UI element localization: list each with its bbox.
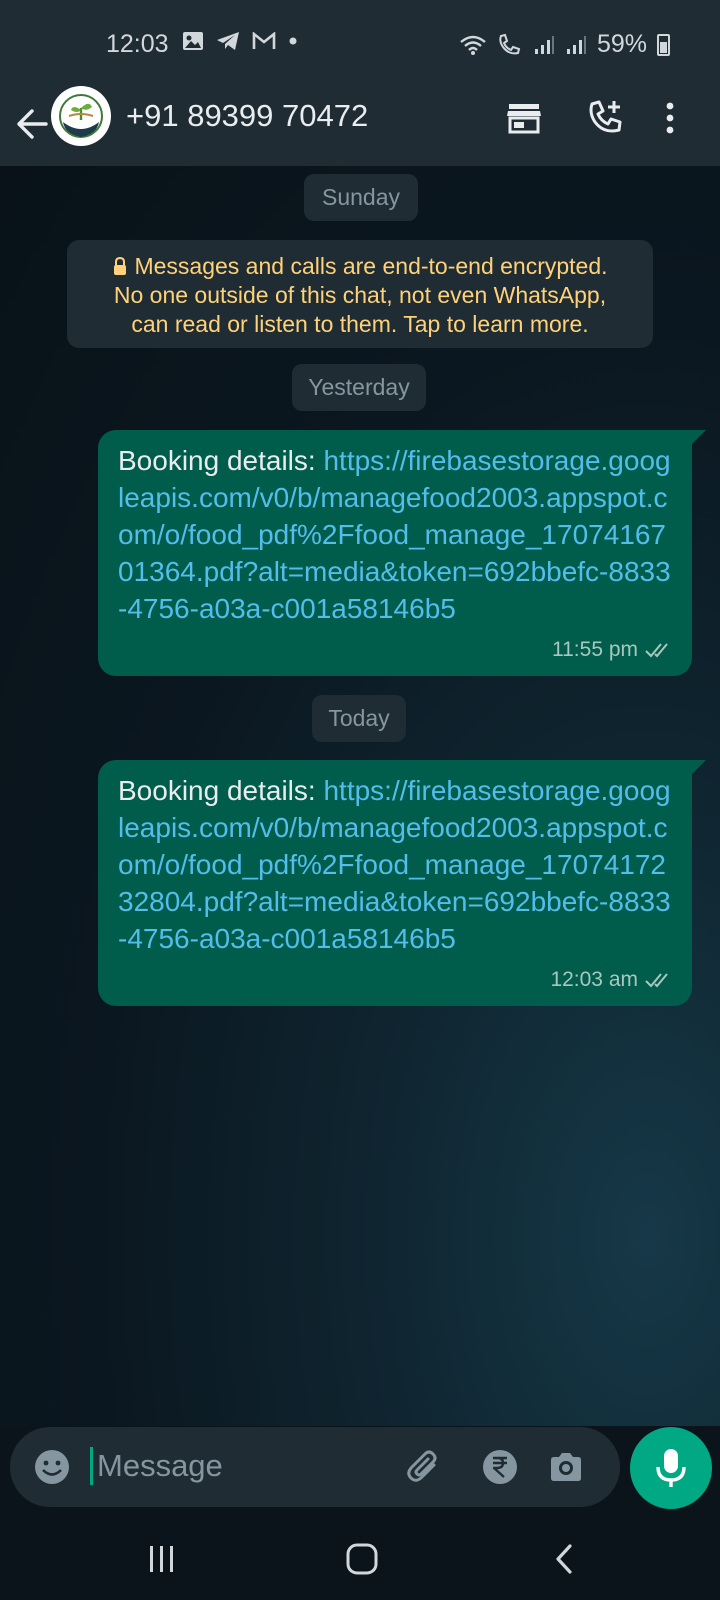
more-vert-icon[interactable] xyxy=(660,98,680,138)
avatar[interactable] xyxy=(51,86,111,146)
message-time: 12:03 am xyxy=(550,968,638,991)
status-time: 12:03 xyxy=(106,30,169,58)
dot-icon xyxy=(289,37,297,45)
battery-percent: 59% xyxy=(596,30,647,58)
read-double-tick-icon xyxy=(645,972,668,987)
message-bubble[interactable]: Booking details: https://firebasestorage… xyxy=(98,430,706,676)
message-time: 11:55 pm xyxy=(552,638,638,661)
signal-icon xyxy=(566,35,586,54)
read-double-tick-icon xyxy=(645,642,668,657)
telegram-icon xyxy=(217,32,239,50)
message-input-bar: Message xyxy=(10,1427,620,1507)
back-nav-icon[interactable] xyxy=(546,1542,586,1576)
wifi-icon xyxy=(460,35,486,55)
gmail-icon xyxy=(252,32,276,49)
date-divider-yesterday: Yesterday xyxy=(292,364,426,411)
status-bar: 12:03 59% xyxy=(0,0,720,86)
attach-icon[interactable] xyxy=(404,1447,444,1487)
message-input[interactable]: Message xyxy=(90,1447,223,1485)
encryption-text-line3: can read or listen to them. Tap to learn… xyxy=(131,311,589,337)
system-navigation-bar xyxy=(0,1516,720,1600)
encryption-text-line1: Messages and calls are end-to-end encryp… xyxy=(134,253,608,279)
profile-logo-icon xyxy=(52,87,110,145)
chat-header: +91 89399 70472 xyxy=(0,86,720,166)
battery-icon xyxy=(657,33,670,56)
volte-call-icon xyxy=(499,33,521,54)
gallery-icon xyxy=(183,32,203,50)
rupee-payment-icon[interactable] xyxy=(480,1447,520,1487)
home-icon[interactable] xyxy=(342,1542,382,1576)
mic-button[interactable] xyxy=(630,1427,712,1509)
back-arrow-icon[interactable] xyxy=(14,104,50,144)
mic-icon xyxy=(656,1449,686,1487)
date-divider-sunday: Sunday xyxy=(304,174,418,221)
message-meta: 11:55 pm xyxy=(552,631,674,668)
store-icon[interactable] xyxy=(504,98,544,138)
message-meta: 12:03 am xyxy=(550,961,674,998)
recent-apps-icon[interactable] xyxy=(142,1542,182,1576)
message-bubble[interactable]: Booking details: https://firebasestorage… xyxy=(98,760,706,1006)
lock-icon xyxy=(114,256,127,275)
camera-icon[interactable] xyxy=(546,1447,586,1487)
date-divider-today: Today xyxy=(312,695,406,742)
message-prefix: Booking details: xyxy=(118,775,324,806)
contact-name[interactable]: +91 89399 70472 xyxy=(126,98,368,134)
message-prefix: Booking details: xyxy=(118,445,324,476)
encryption-text-line2: No one outside of this chat, not even Wh… xyxy=(113,282,607,308)
signal-icon xyxy=(534,35,554,54)
emoji-icon[interactable] xyxy=(32,1447,72,1487)
add-call-icon[interactable] xyxy=(586,98,626,138)
encryption-notice[interactable]: Messages and calls are end-to-end encryp… xyxy=(67,240,653,348)
